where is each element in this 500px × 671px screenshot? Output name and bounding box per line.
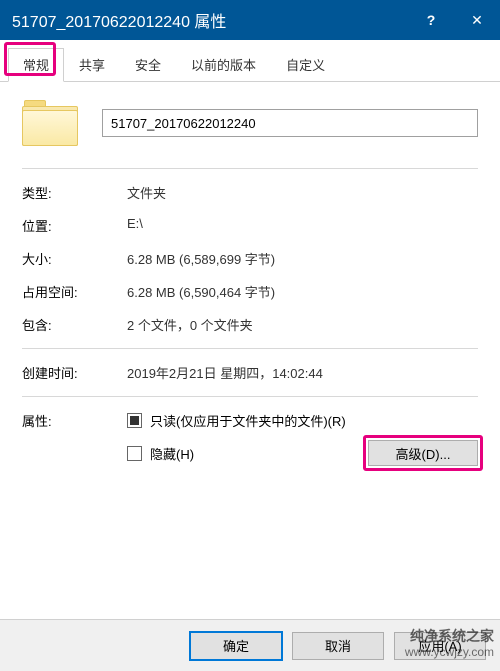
location-label: 位置: — [22, 216, 127, 235]
separator — [22, 396, 478, 397]
separator — [22, 348, 478, 349]
type-value: 文件夹 — [127, 183, 478, 202]
hidden-label: 隐藏(H) — [150, 444, 194, 463]
window-title: 51707_20170622012240 属性 — [12, 8, 408, 32]
size-label: 大小: — [22, 249, 127, 268]
contains-label: 包含: — [22, 315, 127, 334]
attributes-label: 属性: — [22, 411, 127, 477]
created-label: 创建时间: — [22, 363, 127, 382]
separator — [22, 168, 478, 169]
tab-security[interactable]: 安全 — [120, 48, 176, 81]
tab-general[interactable]: 常规 — [8, 48, 64, 82]
folder-icon — [22, 100, 78, 146]
size-on-disk-label: 占用空间: — [22, 282, 127, 301]
general-panel: 类型: 文件夹 位置: E:\ 大小: 6.28 MB (6,589,699 字… — [0, 82, 500, 487]
tab-customize[interactable]: 自定义 — [271, 48, 340, 81]
titlebar: 51707_20170622012240 属性 ? ✕ — [0, 0, 500, 40]
type-label: 类型: — [22, 183, 127, 202]
location-value: E:\ — [127, 216, 478, 235]
cancel-button[interactable]: 取消 — [292, 632, 384, 660]
readonly-checkbox[interactable] — [127, 413, 142, 428]
help-button[interactable]: ? — [408, 0, 454, 40]
size-value: 6.28 MB (6,589,699 字节) — [127, 249, 478, 268]
created-value: 2019年2月21日 星期四，14:02:44 — [127, 363, 478, 382]
close-button[interactable]: ✕ — [454, 0, 500, 40]
tab-strip: 常规 共享 安全 以前的版本 自定义 — [0, 40, 500, 82]
apply-button[interactable]: 应用(A) — [394, 632, 486, 660]
tab-previous-versions[interactable]: 以前的版本 — [176, 48, 271, 81]
folder-name-input[interactable] — [102, 109, 478, 137]
contains-value: 2 个文件，0 个文件夹 — [127, 315, 478, 334]
readonly-label: 只读(仅应用于文件夹中的文件)(R) — [150, 411, 346, 430]
ok-button[interactable]: 确定 — [190, 632, 282, 660]
hidden-checkbox[interactable] — [127, 446, 142, 461]
tab-sharing[interactable]: 共享 — [64, 48, 120, 81]
size-on-disk-value: 6.28 MB (6,590,464 字节) — [127, 282, 478, 301]
dialog-button-bar: 确定 取消 应用(A) — [0, 619, 500, 671]
advanced-button[interactable]: 高级(D)... — [368, 440, 478, 466]
